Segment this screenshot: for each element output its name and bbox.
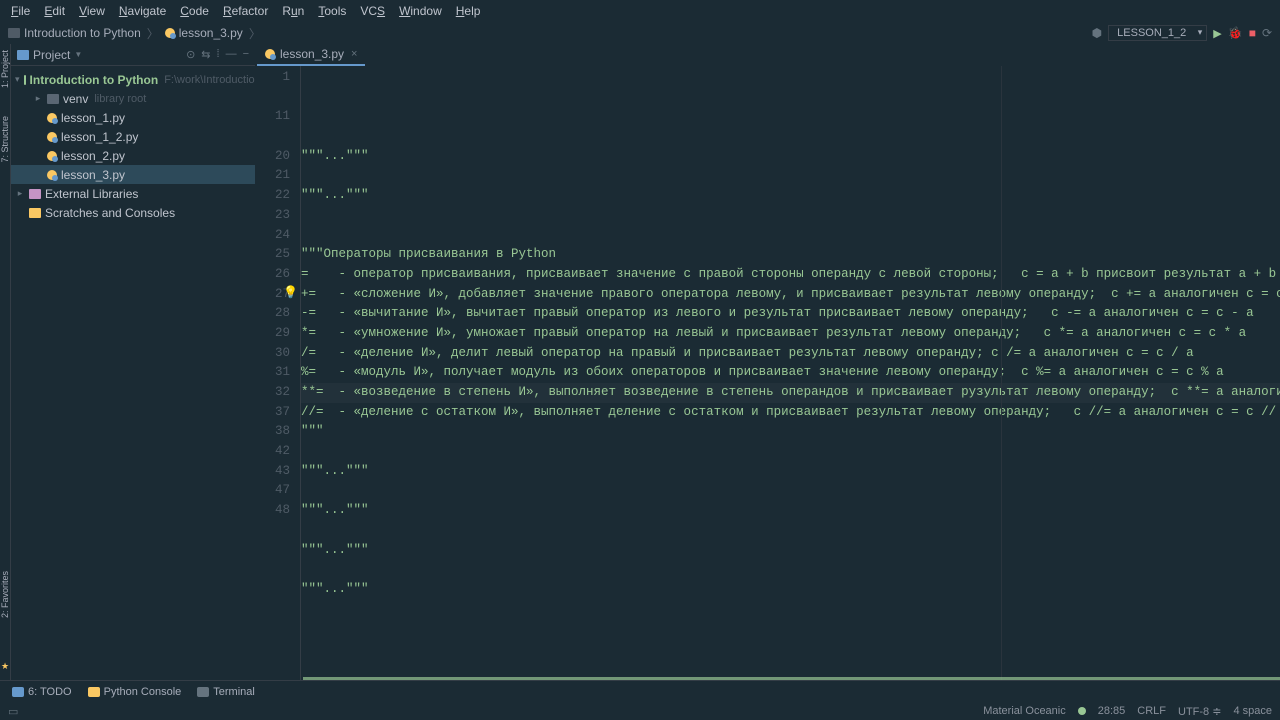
editor-tab-active[interactable]: lesson_3.py × xyxy=(257,44,365,66)
right-margin-guide xyxy=(1001,66,1002,680)
status-caret-position[interactable]: 28:85 xyxy=(1098,705,1126,717)
python-file-icon xyxy=(165,28,175,38)
horizontal-scrollbar[interactable] xyxy=(303,677,1280,680)
tree-project-root[interactable]: ▾ Introduction to Python F:\work\Introdu… xyxy=(11,70,255,89)
side-tab-project[interactable]: 1: Project xyxy=(0,46,10,92)
todo-icon xyxy=(12,687,24,697)
project-tree[interactable]: ▾ Introduction to Python F:\work\Introdu… xyxy=(11,66,255,680)
menu-navigate[interactable]: Navigate xyxy=(113,2,172,20)
status-indicator-icon xyxy=(1078,707,1086,715)
console-icon xyxy=(88,687,100,697)
status-theme[interactable]: Material Oceanic xyxy=(983,705,1066,717)
tree-file[interactable]: lesson_2.py xyxy=(11,146,255,165)
breadcrumb-project[interactable]: Introduction to Python xyxy=(8,26,141,40)
scratch-icon xyxy=(29,208,41,218)
breadcrumb-project-label: Introduction to Python xyxy=(24,26,141,40)
settings-icon[interactable]: — xyxy=(226,48,237,61)
tool-todo[interactable]: 6: TODO xyxy=(12,686,72,698)
run-button[interactable]: ▶ xyxy=(1213,27,1221,40)
tree-external-libraries[interactable]: ▸ External Libraries xyxy=(11,184,255,203)
tree-file[interactable]: lesson_1.py xyxy=(11,108,255,127)
terminal-icon xyxy=(197,687,209,697)
folder-icon xyxy=(47,94,59,104)
python-file-icon xyxy=(47,113,57,123)
menu-refactor[interactable]: Refactor xyxy=(217,2,274,20)
menu-code[interactable]: Code xyxy=(174,2,215,20)
debug-button[interactable]: 🐞 xyxy=(1228,26,1243,40)
python-file-icon xyxy=(47,151,57,161)
bookmarks-icon[interactable]: ★ xyxy=(1,661,9,672)
close-tab-icon[interactable]: × xyxy=(351,48,357,60)
hide-icon[interactable]: − xyxy=(243,48,249,61)
project-view-selector[interactable]: Project ▼ xyxy=(17,48,82,62)
editor-area: lesson_3.py × 11120212223242526💡27282930… xyxy=(255,44,1280,680)
status-encoding[interactable]: UTF-8 ≑ xyxy=(1178,705,1221,718)
menu-help[interactable]: Help xyxy=(450,2,487,20)
code-editor[interactable]: 11120212223242526💡2728293031323738424347… xyxy=(255,66,1280,680)
menu-tools[interactable]: Tools xyxy=(312,2,352,20)
menu-file[interactable]: File xyxy=(5,2,36,20)
project-panel-header: Project ▼ ⊙ ⇆ ⁞ — − xyxy=(11,44,255,66)
breadcrumb-separator: 〉 xyxy=(249,25,261,42)
python-file-icon xyxy=(47,170,57,180)
side-tab-favorites[interactable]: 2: Favorites xyxy=(0,567,10,622)
expand-icon[interactable]: ⇆ xyxy=(201,48,210,61)
menu-edit[interactable]: Edit xyxy=(38,2,71,20)
library-icon xyxy=(29,189,41,199)
menu-view[interactable]: View xyxy=(73,2,111,20)
hammer-icon[interactable]: ⬢ xyxy=(1092,26,1102,40)
stop-button[interactable]: ■ xyxy=(1249,26,1256,40)
navigation-bar: Introduction to Python 〉 lesson_3.py 〉 ⬢… xyxy=(0,22,1280,44)
line-number-gutter[interactable]: 11120212223242526💡2728293031323738424347… xyxy=(255,66,301,680)
menu-bar: File Edit View Navigate Code Refactor Ru… xyxy=(0,0,1280,22)
tool-window-stripe-left: 1: Project 7: Structure 2: Favorites ★ xyxy=(0,44,11,680)
collapse-icon[interactable]: ⁞ xyxy=(217,48,220,61)
project-folder-icon xyxy=(24,75,26,85)
tool-python-console[interactable]: Python Console xyxy=(88,686,182,698)
run-configuration-dropdown[interactable]: LESSON_1_2 xyxy=(1108,25,1207,41)
tool-terminal[interactable]: Terminal xyxy=(197,686,255,698)
folder-icon xyxy=(17,50,29,60)
breadcrumb-file[interactable]: lesson_3.py xyxy=(165,26,243,40)
python-file-icon xyxy=(265,49,275,59)
breadcrumb-file-label: lesson_3.py xyxy=(179,26,243,40)
menu-window[interactable]: Window xyxy=(393,2,448,20)
menu-vcs[interactable]: VCS xyxy=(354,2,391,20)
status-indent[interactable]: 4 space xyxy=(1233,705,1272,717)
locate-icon[interactable]: ⊙ xyxy=(186,48,195,61)
project-tool-window: Project ▼ ⊙ ⇆ ⁞ — − ▾ Introduction to Py… xyxy=(11,44,255,680)
folder-icon xyxy=(8,28,20,38)
event-log-icon[interactable]: ▭ xyxy=(8,705,18,718)
python-file-icon xyxy=(47,132,57,142)
status-line-separator[interactable]: CRLF xyxy=(1137,705,1166,717)
rerun-button[interactable]: ⟳ xyxy=(1262,26,1272,40)
tree-file[interactable]: lesson_1_2.py xyxy=(11,127,255,146)
editor-tab-bar: lesson_3.py × xyxy=(255,44,1280,66)
code-content[interactable]: """...""""""...""""""Операторы присваива… xyxy=(301,66,1280,680)
tree-venv[interactable]: ▸ venv library root xyxy=(11,89,255,108)
status-bar: ▭ Material Oceanic 28:85 CRLF UTF-8 ≑ 4 … xyxy=(0,702,1280,720)
menu-run[interactable]: Run xyxy=(276,2,310,20)
bottom-tool-bar: 6: TODO Python Console Terminal xyxy=(0,680,1280,702)
breadcrumb-separator: 〉 xyxy=(147,25,159,42)
tree-scratches[interactable]: Scratches and Consoles xyxy=(11,203,255,222)
tree-file-selected[interactable]: lesson_3.py xyxy=(11,165,255,184)
side-tab-structure[interactable]: 7: Structure xyxy=(0,112,10,167)
